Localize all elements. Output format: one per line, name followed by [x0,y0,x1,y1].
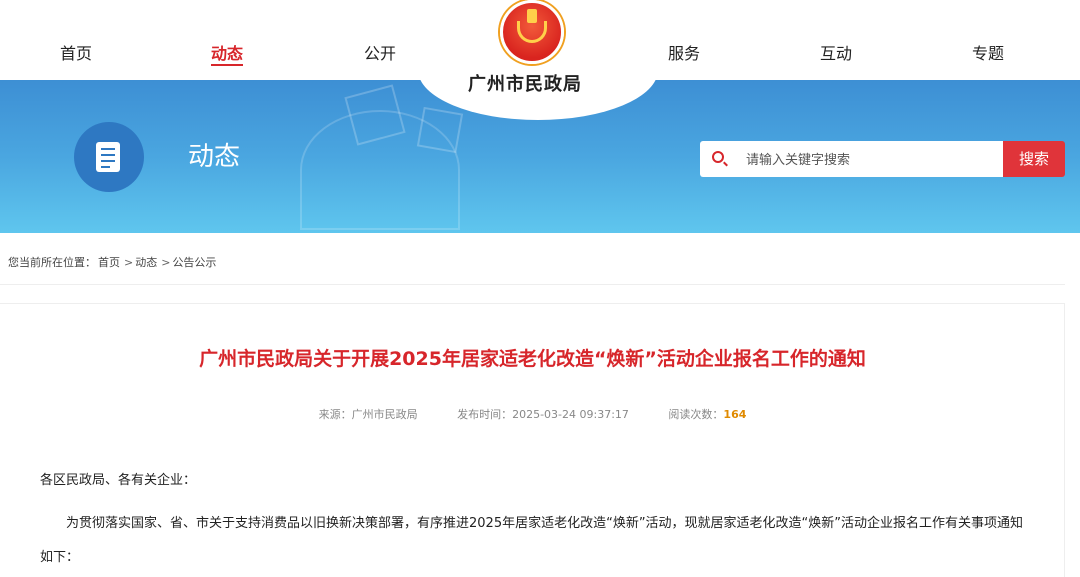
banner-decoration [416,106,464,154]
search-input[interactable] [746,149,996,169]
breadcrumb-announcements[interactable]: 公告公示 [172,256,216,269]
search-bar: 搜索 [700,141,1065,177]
search-box [700,141,1003,177]
article-read-count: 阅读次数：164 [668,408,746,421]
article-source: 来源：广州市民政局 [318,408,418,421]
logo[interactable]: 广州市民政局 [458,0,608,120]
nav-item-home[interactable]: 首页 [60,40,92,64]
nav-item-topics[interactable]: 专题 [972,40,1004,64]
breadcrumb: 您当前所在位置： 首页 > 动态 > 公告公示 [8,254,216,270]
breadcrumb-news[interactable]: 动态 [135,256,157,269]
article-paragraph: 为贯彻落实国家、省、市关于支持消费品以旧换新决策部署，有序推进2025年居家适老… [40,516,1024,565]
section-title: 动态 [188,142,241,172]
article-card: 广州市民政局关于开展2025年居家适老化改造“焕新”活动企业报名工作的通知 来源… [0,303,1065,577]
breadcrumb-separator: > [161,256,171,269]
search-icon [712,151,724,163]
breadcrumb-separator: > [124,256,134,269]
breadcrumb-home[interactable]: 首页 [98,256,120,269]
divider [0,284,1065,285]
article-meta: 来源：广州市民政局 发布时间：2025-03-24 09:37:17 阅读次数：… [0,406,1065,422]
emblem-icon [500,0,564,64]
article-salutation: 各区民政局、各有关企业： [40,473,197,488]
breadcrumb-prefix: 您当前所在位置： [8,256,96,269]
article-title: 广州市民政局关于开展2025年居家适老化改造“焕新”活动企业报名工作的通知 [199,348,866,370]
logo-text: 广州市民政局 [468,74,582,95]
search-button[interactable]: 搜索 [1003,141,1065,177]
nav-item-public[interactable]: 公开 [364,40,396,64]
document-icon [74,122,144,192]
read-count-value: 164 [723,408,747,421]
article-publish-time: 发布时间：2025-03-24 09:37:17 [457,408,629,421]
nav-item-service[interactable]: 服务 [668,40,700,64]
read-count-label: 阅读次数： [668,408,724,421]
nav-item-interaction[interactable]: 互动 [820,40,852,64]
nav-item-news[interactable]: 动态 [211,40,244,66]
